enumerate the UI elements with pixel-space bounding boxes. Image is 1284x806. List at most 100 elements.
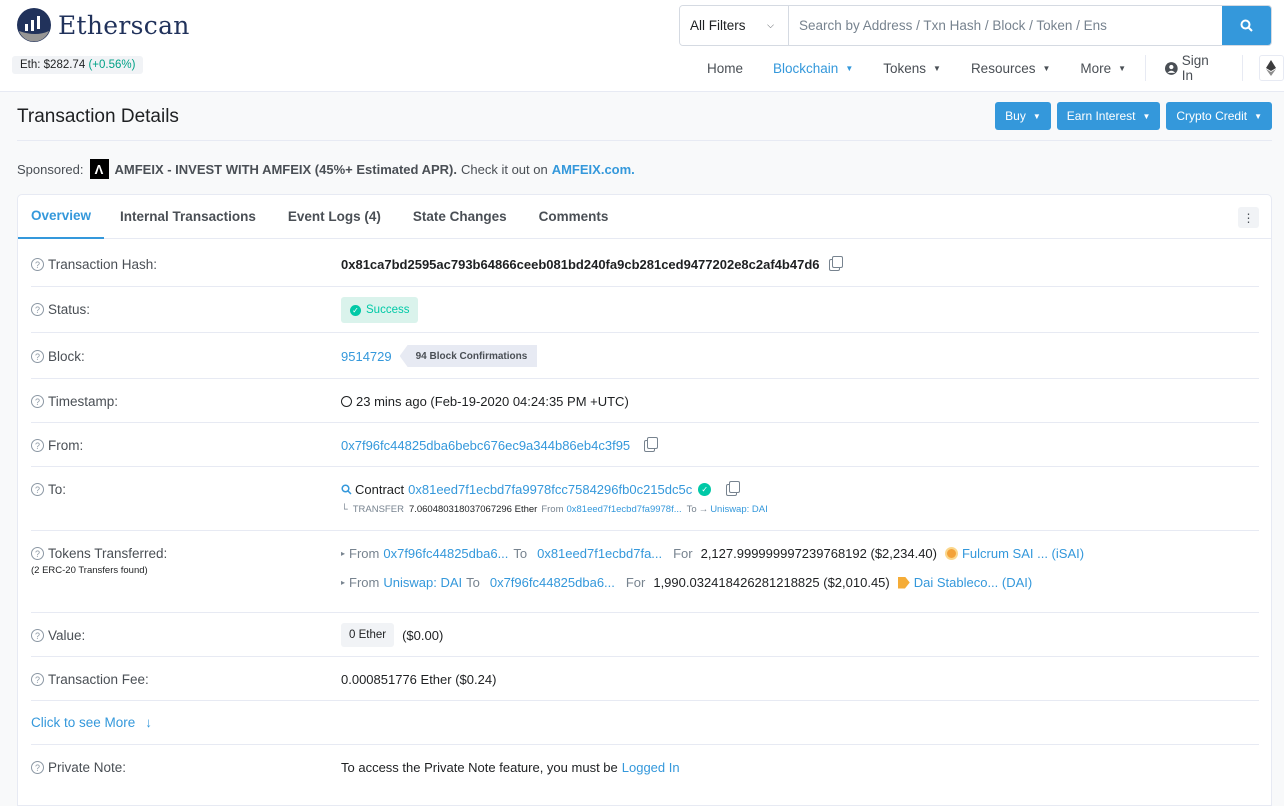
row-to: ? To: Contract 0x81eed7f1ecbd7fa9978fcc75… (31, 467, 1259, 531)
nav-more[interactable]: More ▼ (1065, 52, 1141, 84)
row-transaction-hash: ? Transaction Hash: 0x81ca7bd2595ac793b64… (31, 239, 1259, 287)
sign-in-link[interactable]: Sign In (1150, 52, 1238, 84)
tab-event-logs[interactable]: Event Logs (4) (272, 195, 397, 239)
to-label-group: ? To: (31, 482, 66, 497)
chevron-down-icon: ⌵ (767, 20, 774, 30)
help-icon[interactable]: ? (31, 439, 44, 452)
page-actions: Buy ▼ Earn Interest ▼ Crypto Credit ▼ (995, 102, 1272, 130)
see-more-link[interactable]: Click to see More ↓ (31, 715, 152, 730)
sign-in-label: Sign In (1181, 53, 1209, 83)
transfer-to-link[interactable]: Uniswap: DAI (710, 504, 768, 515)
earn-interest-button[interactable]: Earn Interest ▼ (1056, 102, 1161, 130)
nav-home-label: Home (707, 60, 744, 76)
chevron-down-icon: ▼ (1118, 63, 1127, 73)
clock-icon (341, 396, 352, 407)
row-transaction-fee: ? Transaction Fee: 0.000851776 Ether ($0.… (31, 657, 1259, 701)
etherscan-logo-icon (17, 8, 51, 42)
help-icon[interactable]: ? (31, 673, 44, 686)
chevron-down-icon: ▼ (845, 63, 854, 73)
nav-blockchain[interactable]: Blockchain ▼ (758, 52, 868, 84)
help-icon[interactable]: ? (31, 483, 44, 496)
site-header: Etherscan Eth: $282.74 (+0.56%) All Filt… (0, 0, 1284, 92)
value-label: Value: (48, 628, 86, 643)
copy-icon[interactable] (726, 480, 741, 496)
tokens-sub-label: (2 ERC-20 Transfers found) (31, 565, 148, 576)
crypto-credit-button[interactable]: Crypto Credit ▼ (1166, 102, 1272, 130)
tab-state-changes[interactable]: State Changes (397, 195, 523, 239)
from-label: From: (48, 438, 84, 453)
sponsored-text: AMFEIX - INVEST WITH AMFEIX (45%+ Estima… (114, 161, 458, 177)
row-status: ? Status: ✓ Success (31, 287, 1259, 333)
nav-blockchain-label: Blockchain (773, 60, 839, 76)
transaction-card: Overview Internal Transactions Event Log… (17, 194, 1272, 806)
tab-comments[interactable]: Comments (523, 195, 625, 239)
help-icon[interactable]: ? (31, 350, 44, 363)
row-from: ? From: 0x7f96fc44825dba6bebc676ec9a344b8… (31, 423, 1259, 467)
to-address-link[interactable]: 0x81eed7f1ecbd7fa9978fcc7584296fb0c215dc… (408, 482, 692, 497)
tab-bar: Overview Internal Transactions Event Log… (18, 195, 1271, 239)
filter-label: All Filters (690, 18, 746, 33)
note-value-group: To access the Private Note feature, you … (341, 760, 680, 775)
eth-price-ticker[interactable]: Eth: $282.74 (+0.56%) (12, 56, 144, 74)
copy-icon[interactable] (828, 255, 843, 271)
sponsored-label: Sponsored: (17, 161, 84, 177)
token-from-link[interactable]: 0x7f96fc44825dba6... (383, 546, 513, 561)
help-icon[interactable]: ? (31, 258, 44, 271)
search-button[interactable] (1222, 6, 1271, 45)
block-label-group: ? Block: (31, 349, 85, 364)
play-icon: ▸ (341, 549, 346, 558)
token-from-link[interactable]: Uniswap: DAI (383, 575, 462, 590)
transfer-from-label: From (541, 504, 564, 515)
transfer-from-link[interactable]: 0x81eed7f1ecbd7fa9978f... (566, 504, 681, 515)
tx-hash-label-group: ? Transaction Hash: (31, 257, 157, 272)
eth-price-change: (+0.56%) (88, 59, 136, 71)
verified-icon: ✓ (698, 483, 712, 496)
token-name-link[interactable]: Fulcrum SAI ... (iSAI) (962, 546, 1084, 561)
copy-icon[interactable] (644, 436, 659, 452)
help-icon[interactable]: ? (31, 761, 44, 774)
search-icon (1240, 19, 1253, 32)
token-amount: 1,990.032418426281218825 ($2,010.45) (653, 575, 890, 590)
nav-divider (1145, 55, 1147, 81)
tab-internal-transactions[interactable]: Internal Transactions (104, 195, 272, 239)
nav-home[interactable]: Home (692, 52, 758, 84)
filter-dropdown[interactable]: All Filters ⌵ (680, 6, 789, 45)
status-value-group: ✓ Success (341, 297, 419, 323)
token-to-link[interactable]: 0x7f96fc44825dba6... (490, 575, 626, 590)
sponsored-link[interactable]: AMFEIX.com. (552, 162, 635, 177)
nav-resources[interactable]: Resources ▼ (956, 52, 1065, 84)
tab-overview[interactable]: Overview (18, 195, 105, 239)
more-options-icon[interactable]: ⋮ (1238, 207, 1259, 228)
transfer-to-label: To (686, 504, 697, 515)
timestamp-label: Timestamp: (48, 394, 119, 409)
logged-in-link[interactable]: Logged In (622, 760, 680, 775)
nav-tokens[interactable]: Tokens ▼ (868, 52, 956, 84)
chevron-down-icon: ▼ (1042, 63, 1051, 73)
token-name-link[interactable]: Dai Stableco... (DAI) (914, 575, 1033, 590)
check-circle-icon: ✓ (350, 304, 361, 316)
from-address-link[interactable]: 0x7f96fc44825dba6bebc676ec9a344b86eb4c3f… (341, 438, 630, 453)
etherscan-logo[interactable]: Etherscan (16, 7, 190, 43)
block-label: Block: (48, 349, 85, 364)
help-icon[interactable]: ? (31, 629, 44, 642)
row-see-more: Click to see More ↓ (31, 701, 1259, 745)
sponsored-tail: Check it out on (461, 161, 548, 177)
help-icon[interactable]: ? (31, 547, 44, 560)
chevron-down-icon: ▼ (933, 63, 941, 73)
crypto-credit-label: Crypto Credit (1176, 109, 1248, 123)
buy-button[interactable]: Buy ▼ (995, 102, 1051, 130)
to-label: To: (48, 482, 67, 497)
network-switch[interactable] (1258, 55, 1284, 81)
token-from-word: From (349, 575, 380, 590)
fee-value: 0.000851776 Ether ($0.24) (341, 672, 497, 687)
block-link[interactable]: 9514729 (341, 349, 392, 364)
help-icon[interactable]: ? (31, 395, 44, 408)
transfer-prefix: TRANSFER (352, 504, 404, 515)
token-to-link[interactable]: 0x81eed7f1ecbd7fa... (537, 546, 673, 561)
search-input[interactable] (789, 6, 1222, 45)
help-icon[interactable]: ? (31, 303, 44, 316)
to-prefix: Contract (355, 482, 405, 497)
timestamp-value-group: 23 mins ago (Feb-19-2020 04:24:35 PM +UT… (341, 394, 629, 409)
note-label: Private Note: (48, 760, 127, 775)
arrow-right-icon: → (698, 504, 709, 515)
